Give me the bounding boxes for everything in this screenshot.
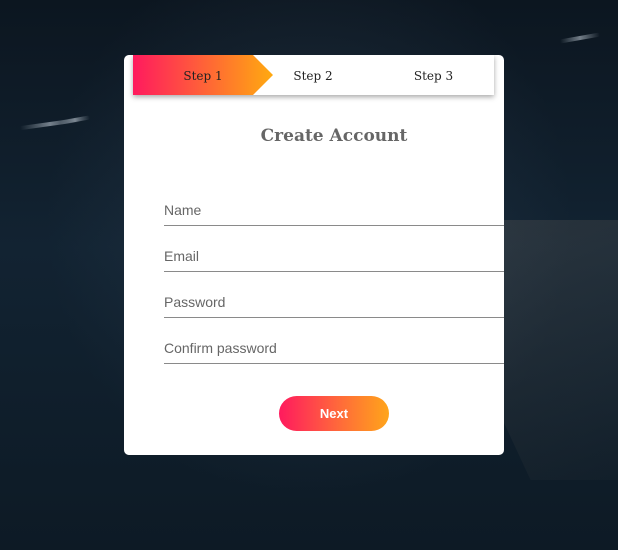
step-2-tab[interactable]: Step 2 bbox=[253, 55, 373, 95]
confirm-password-field[interactable] bbox=[164, 333, 504, 364]
password-field[interactable] bbox=[164, 287, 504, 318]
step-3-tab[interactable]: Step 3 bbox=[373, 55, 494, 95]
light-streak bbox=[559, 32, 601, 44]
step-1-label: Step 1 bbox=[183, 69, 223, 83]
email-field[interactable] bbox=[164, 241, 504, 272]
page-title: Create Account bbox=[260, 126, 408, 146]
step-1-tab[interactable]: Step 1 bbox=[133, 55, 273, 95]
step-progress-bar: Step 1 Step 2 Step 3 bbox=[133, 55, 494, 95]
step-2-label: Step 2 bbox=[293, 69, 333, 83]
signup-card: Step 1 Step 2 Step 3 Create Account Next bbox=[124, 55, 504, 455]
light-streak bbox=[59, 115, 91, 125]
name-field[interactable] bbox=[164, 195, 504, 226]
next-button[interactable]: Next bbox=[279, 396, 389, 431]
step-3-label: Step 3 bbox=[413, 69, 454, 83]
